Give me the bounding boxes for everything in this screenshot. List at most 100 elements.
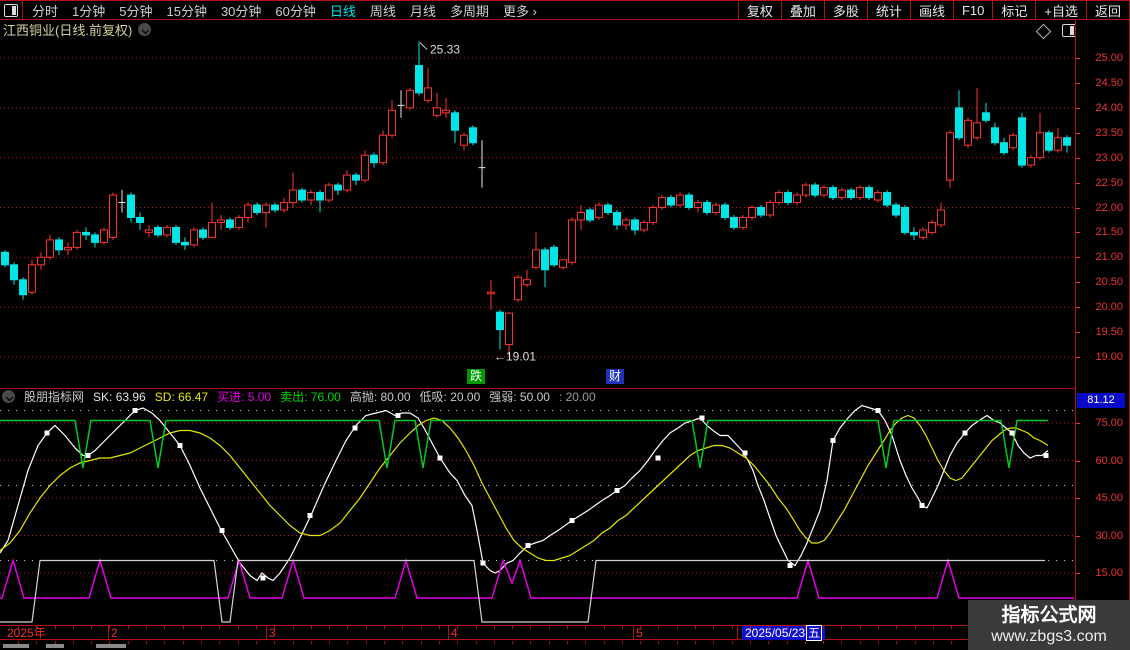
axis-label: 20.50	[1095, 277, 1123, 288]
period-tab-30分钟[interactable]: 30分钟	[221, 1, 261, 20]
axis-label: 60.00	[1095, 456, 1123, 467]
minor-tick	[604, 641, 605, 644]
minor-tick	[219, 626, 220, 629]
period-tab-1分钟[interactable]: 1分钟	[72, 1, 105, 20]
split-window-icon	[4, 4, 18, 17]
menu-F10[interactable]: F10	[954, 1, 993, 19]
bottom-time-axis: 2025/05/23五 2025年2345	[0, 625, 1130, 640]
minor-tick	[604, 626, 605, 629]
minor-tick	[677, 641, 678, 644]
period-tab-更多 ›[interactable]: 更多 ›	[503, 1, 537, 20]
minor-tick	[695, 626, 696, 629]
menu-多股[interactable]: 多股	[825, 1, 868, 19]
minor-tick	[823, 626, 824, 629]
minor-tick	[384, 641, 385, 644]
menu-返回[interactable]: 返回	[1087, 1, 1130, 19]
main-candlestick-chart[interactable]: 25.33←19.01	[0, 38, 1074, 388]
menu-标记[interactable]: 标记	[993, 1, 1036, 19]
minor-tick	[329, 626, 330, 629]
menu-叠加[interactable]: 叠加	[782, 1, 825, 19]
minor-tick	[750, 641, 751, 644]
indicator-header[interactable]: 股朋指标网SK: 63.96SD: 66.47买进: 5.00卖出: 76.00…	[0, 389, 1074, 404]
minor-tick	[933, 626, 934, 629]
minor-tick	[421, 641, 422, 644]
menu-复权[interactable]: 复权	[739, 1, 782, 19]
axis-tick	[1076, 423, 1080, 424]
minor-tick	[164, 641, 165, 644]
minor-tick	[787, 626, 788, 629]
indicator-param-6: 低吸: 20.00	[420, 389, 481, 404]
minor-tick	[658, 641, 659, 644]
period-tab-60分钟[interactable]: 60分钟	[275, 1, 315, 20]
axis-label: 15.00	[1095, 568, 1123, 579]
minor-tick	[128, 626, 129, 629]
right-menu: 复权叠加多股统计画线F10标记+自选返回	[738, 1, 1130, 19]
window-layout-button[interactable]	[0, 1, 23, 19]
minor-tick	[622, 641, 623, 644]
indicator-param-4: 卖出: 76.00	[280, 389, 341, 404]
chevron-down-icon[interactable]	[138, 23, 151, 36]
clipped-text-fragment	[46, 644, 64, 648]
minor-tick	[878, 626, 879, 629]
minor-tick	[640, 641, 641, 644]
minor-tick	[787, 641, 788, 644]
minor-tick	[36, 641, 37, 644]
axis-tick	[1076, 158, 1080, 159]
axis-label: 19.00	[1095, 352, 1123, 363]
minor-tick	[567, 641, 568, 644]
watermark-url: www.zbgs3.com	[991, 627, 1107, 646]
indicator-param-2: SD: 66.47	[155, 390, 208, 404]
axis-tick	[1076, 307, 1080, 308]
minor-tick	[805, 641, 806, 644]
minor-tick	[219, 641, 220, 644]
minor-tick	[18, 626, 19, 629]
minor-tick	[732, 626, 733, 629]
minor-tick	[494, 626, 495, 629]
indicator-param-7: 强弱: 50.00	[489, 389, 550, 404]
minor-tick	[274, 641, 275, 644]
period-tab-5分钟[interactable]: 5分钟	[119, 1, 152, 20]
top-toolbar: 分时 1分钟 5分钟 15分钟 30分钟 60分钟日线周线月线多周期更多 › 复权叠加多股…	[0, 0, 1130, 20]
menu-统计[interactable]: 统计	[868, 1, 911, 19]
axis-tick	[1076, 183, 1080, 184]
minor-tick	[293, 626, 294, 629]
watermark: 指标公式网 www.zbgs3.com	[968, 600, 1130, 650]
minor-tick	[530, 641, 531, 644]
date-text: 2025/05/23	[745, 626, 805, 640]
minor-tick	[695, 641, 696, 644]
minor-tick	[896, 641, 897, 644]
panel-layout-icon[interactable]	[1062, 24, 1076, 37]
collapse-chevron-icon[interactable]	[2, 390, 15, 403]
minor-tick	[768, 626, 769, 629]
menu-+自选[interactable]: +自选	[1036, 1, 1087, 19]
diamond-icon[interactable]	[1036, 23, 1052, 39]
minor-tick	[347, 641, 348, 644]
minor-tick	[73, 626, 74, 629]
period-tab-月线[interactable]: 月线	[410, 1, 436, 20]
indicator-param-1: SK: 63.96	[93, 390, 146, 404]
period-tab-15分钟[interactable]: 15分钟	[166, 1, 206, 20]
axis-tick	[1076, 282, 1080, 283]
period-tab-周线[interactable]: 周线	[370, 1, 396, 20]
minor-tick	[640, 626, 641, 629]
minor-tick	[677, 626, 678, 629]
indicator-chart[interactable]	[0, 404, 1074, 625]
minor-tick	[860, 626, 861, 629]
minor-tick	[476, 626, 477, 629]
period-tab-日线[interactable]: 日线	[330, 1, 356, 20]
minor-tick	[366, 641, 367, 644]
minor-tick	[457, 626, 458, 629]
minor-tick	[238, 626, 239, 629]
minor-tick	[549, 626, 550, 629]
menu-画线[interactable]: 画线	[911, 1, 954, 19]
axis-tick	[1076, 83, 1080, 84]
minor-tick	[878, 641, 879, 644]
minor-tick	[512, 641, 513, 644]
minor-tick	[256, 641, 257, 644]
period-tab-分时[interactable]: 分时	[32, 1, 58, 20]
signal-badge-green: 跌	[467, 369, 485, 384]
minor-tick	[293, 641, 294, 644]
minor-tick	[329, 641, 330, 644]
minor-tick	[567, 626, 568, 629]
period-tab-多周期[interactable]: 多周期	[450, 1, 489, 20]
